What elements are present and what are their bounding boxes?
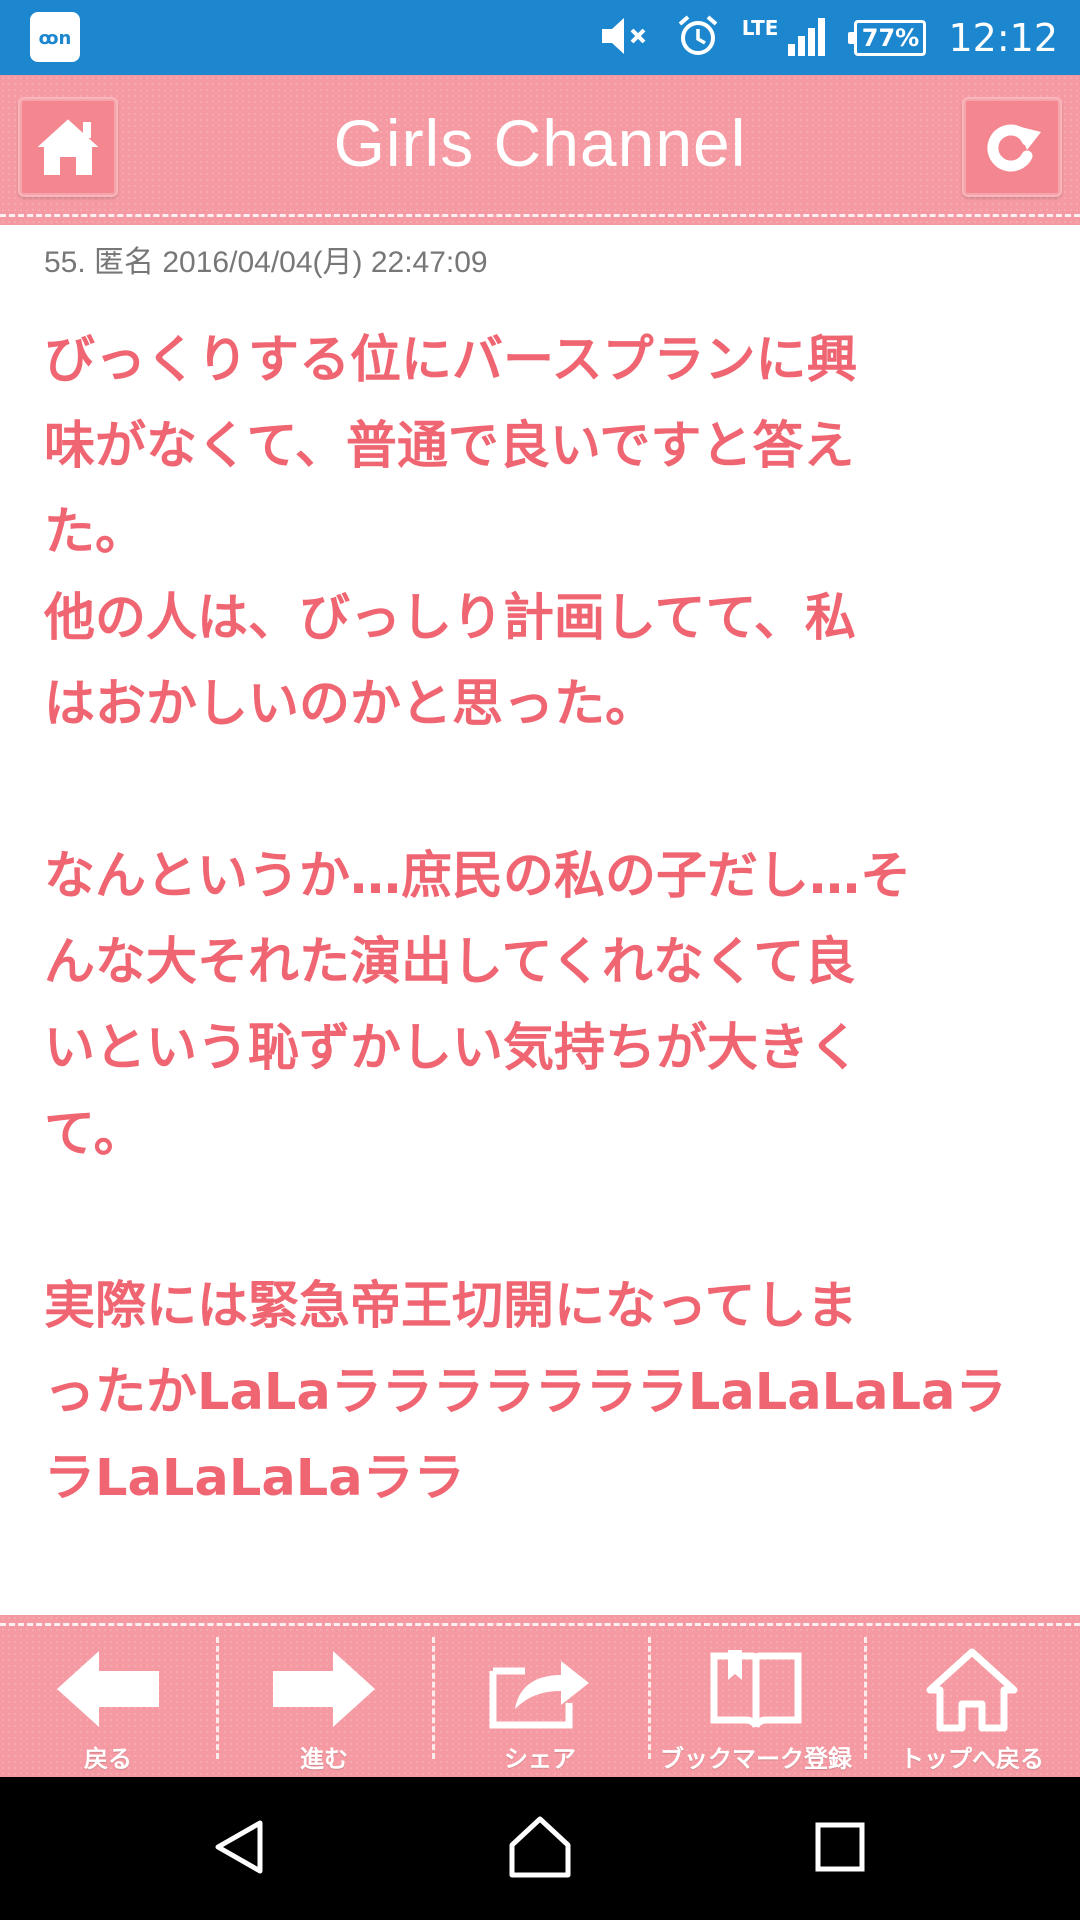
forward-label: 進む (300, 1745, 348, 1773)
status-bar: ꝏn LTE 77% 12:12 (0, 0, 1080, 75)
app-header: Girls Channel (0, 75, 1080, 225)
reload-icon (987, 124, 1041, 172)
share-label: シェア (504, 1745, 576, 1773)
bottom-toolbar: 戻る 進む シェア ブックマーク登録 トップへ戻る (0, 1615, 1080, 1777)
comment-paragraph: なんというか…庶民の私の子だし…そ んな大それた演出してくれなくて良 いという恥… (44, 847, 912, 1164)
page-title: Girls Channel (333, 106, 747, 180)
alarm-icon (676, 14, 720, 62)
network-type: LTE (741, 15, 779, 40)
forward-button[interactable]: 進む (216, 1615, 432, 1777)
bookmark-button[interactable]: ブックマーク登録 (648, 1615, 864, 1777)
nav-recents-button[interactable] (795, 1807, 885, 1887)
reload-button[interactable] (962, 97, 1062, 197)
nav-home-button[interactable] (495, 1807, 585, 1887)
home-outline-icon (509, 1816, 571, 1878)
volume-muted-icon (598, 14, 654, 62)
comment-paragraph: びっくりする位にバースプランに興 味がなくて、普通で良いですと答え た。 他の人… (44, 331, 858, 734)
battery-icon: 77% (848, 19, 927, 56)
comment-meta: 55. 匿名 2016/04/04(月) 22:47:09 (44, 246, 488, 279)
svg-text:ꝏn: ꝏn (39, 28, 72, 49)
clock: 12:12 (948, 15, 1058, 60)
back-button[interactable]: 戻る (0, 1615, 216, 1777)
battery-level: 77% (861, 23, 920, 52)
bookmark-label: ブックマーク登録 (660, 1745, 852, 1773)
arrow-left-icon (57, 1651, 159, 1727)
navigation-bar (0, 1777, 1080, 1920)
home-icon (926, 1648, 1018, 1732)
bookmark-book-icon (710, 1650, 802, 1728)
back-label: 戻る (84, 1745, 132, 1773)
top-button[interactable]: トップへ戻る (864, 1615, 1080, 1777)
app-notification-icon: ꝏn (30, 12, 80, 62)
triangle-back-icon (215, 1820, 263, 1874)
comment-body: びっくりする位にバースプランに興 味がなくて、普通で良いですと答え た。 他の人… (44, 318, 1044, 1608)
comment-paragraph: 実際には緊急帝王切開になってしま ったかLaLaラララララララLaLaLaLaラ… (44, 1277, 1007, 1508)
nav-back-button[interactable] (195, 1807, 285, 1887)
square-recents-icon (815, 1822, 865, 1872)
share-icon (489, 1661, 589, 1729)
signal-icon (786, 14, 832, 62)
arrow-right-icon (273, 1651, 375, 1727)
share-button[interactable]: シェア (432, 1615, 648, 1777)
top-label: トップへ戻る (900, 1745, 1044, 1773)
